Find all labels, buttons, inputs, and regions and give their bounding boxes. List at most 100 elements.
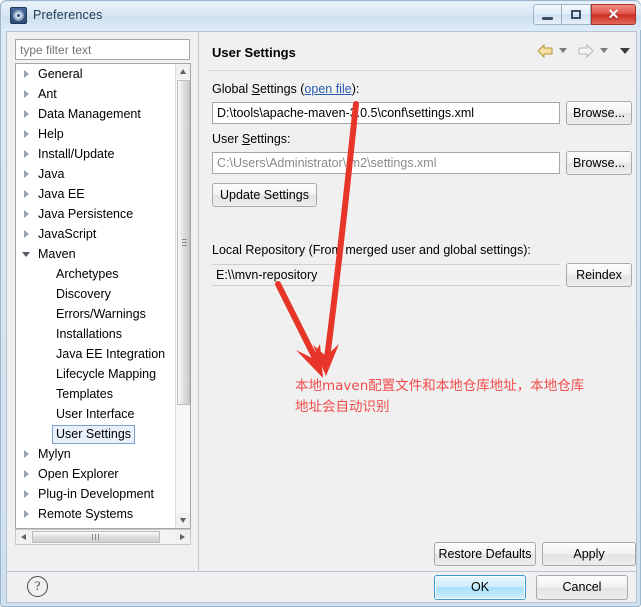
- preferences-tree[interactable]: General Ant Data Management Help Install/Upd…: [15, 63, 191, 529]
- forward-dropdown-chevron-down-icon[interactable]: [599, 48, 608, 54]
- sidebar-item-ant[interactable]: Ant: [16, 84, 176, 104]
- close-icon: ✕: [607, 6, 620, 22]
- sidebar-item-label: Java: [38, 167, 65, 181]
- sidebar-item-general[interactable]: General: [16, 64, 176, 84]
- user-settings-input[interactable]: [212, 152, 560, 174]
- forward-arrow-icon: [577, 43, 595, 58]
- local-repository-input[interactable]: [212, 264, 560, 286]
- global-settings-browse-button[interactable]: Browse...: [566, 101, 632, 125]
- sidebar-item-javascript[interactable]: JavaScript: [16, 224, 176, 244]
- sidebar-item-help[interactable]: Help: [16, 124, 176, 144]
- chevron-right-icon[interactable]: [24, 90, 29, 98]
- sidebar-item-java-persistence[interactable]: Java Persistence: [16, 204, 176, 224]
- scroll-left-icon[interactable]: [16, 530, 31, 544]
- dialog-content: General Ant Data Management Help Install/Upd…: [6, 31, 637, 572]
- sidebar-item-java[interactable]: Java: [16, 164, 176, 184]
- chevron-right-icon[interactable]: [24, 490, 29, 498]
- chevron-right-icon[interactable]: [24, 510, 29, 518]
- sidebar-item-maven[interactable]: Maven: [16, 244, 176, 264]
- preferences-window: Preferences ✕ General Ant Data Management H…: [0, 0, 641, 607]
- tree-vertical-scrollbar[interactable]: [175, 64, 190, 528]
- chevron-down-icon[interactable]: [22, 252, 30, 257]
- sidebar-item-lifecycle-mapping[interactable]: Lifecycle Mapping: [16, 364, 176, 384]
- sidebar-item-label: Mylyn: [38, 447, 71, 461]
- sidebar-item-label: Discovery: [56, 287, 111, 301]
- sidebar-item-remote-systems[interactable]: Remote Systems: [16, 504, 176, 524]
- sidebar-item-label: Open Explorer: [38, 467, 119, 481]
- panel-divider: [198, 32, 199, 571]
- scroll-down-icon[interactable]: [176, 513, 190, 528]
- sidebar-item-discovery[interactable]: Discovery: [16, 284, 176, 304]
- global-settings-label: Global Settings (open file):: [212, 82, 360, 96]
- title-separator: [208, 70, 632, 71]
- sidebar-item-user-settings[interactable]: User Settings: [16, 424, 176, 444]
- ok-button[interactable]: OK: [434, 575, 526, 600]
- minimize-icon: [542, 17, 553, 20]
- user-settings-label: User Settings:: [212, 132, 291, 146]
- tree-vertical-scroll-thumb[interactable]: [177, 80, 190, 405]
- chevron-right-icon[interactable]: [24, 470, 29, 478]
- tree-horizontal-scrollbar[interactable]: [15, 529, 191, 545]
- sidebar-item-java-ee-integration[interactable]: Java EE Integration: [16, 344, 176, 364]
- maximize-button[interactable]: [562, 4, 591, 25]
- sidebar-item-label: Archetypes: [56, 267, 119, 281]
- update-settings-button[interactable]: Update Settings: [212, 183, 317, 207]
- chevron-right-icon[interactable]: [24, 130, 29, 138]
- title-bar: Preferences ✕: [2, 2, 641, 30]
- sidebar-item-archetypes[interactable]: Archetypes: [16, 264, 176, 284]
- sidebar-item-label: Lifecycle Mapping: [56, 367, 157, 381]
- sidebar-item-templates[interactable]: Templates: [16, 384, 176, 404]
- chevron-right-icon[interactable]: [24, 150, 29, 158]
- user-settings-browse-button[interactable]: Browse...: [566, 151, 632, 175]
- sidebar-item-label: User Settings: [52, 425, 136, 444]
- sidebar-item-install-update[interactable]: Install/Update: [16, 144, 176, 164]
- minimize-button[interactable]: [533, 4, 562, 25]
- chevron-right-icon[interactable]: [24, 210, 29, 218]
- chevron-right-icon[interactable]: [24, 110, 29, 118]
- question-mark-icon[interactable]: ?: [27, 576, 48, 597]
- sidebar-item-java-ee[interactable]: Java EE: [16, 184, 176, 204]
- cancel-button[interactable]: Cancel: [536, 575, 628, 600]
- close-button[interactable]: ✕: [591, 4, 636, 25]
- reindex-button[interactable]: Reindex: [566, 263, 632, 287]
- sidebar-item-errors-warnings[interactable]: Errors/Warnings: [16, 304, 176, 324]
- maximize-icon: [571, 10, 581, 19]
- back-arrow-icon[interactable]: [536, 43, 554, 58]
- sidebar-item-plug-in-development[interactable]: Plug-in Development: [16, 484, 176, 504]
- apply-button[interactable]: Apply: [542, 542, 636, 566]
- sidebar-item-mylyn[interactable]: Mylyn: [16, 444, 176, 464]
- sidebar-item-label: Ant: [38, 87, 57, 101]
- chevron-right-icon[interactable]: [24, 170, 29, 178]
- sidebar-item-label: Installations: [56, 327, 123, 341]
- global-settings-input[interactable]: [212, 102, 560, 124]
- tree-item-list: General Ant Data Management Help Install/Upd…: [16, 64, 176, 528]
- sidebar-item-label: User Interface: [56, 407, 135, 421]
- sidebar-item-label: Install/Update: [38, 147, 115, 161]
- sidebar-item-installations[interactable]: Installations: [16, 324, 176, 344]
- scroll-right-icon[interactable]: [175, 530, 190, 544]
- chevron-right-icon[interactable]: [24, 450, 29, 458]
- restore-defaults-button[interactable]: Restore Defaults: [434, 542, 536, 566]
- sidebar-item-label: Templates: [56, 387, 113, 401]
- sidebar-item-label: JavaScript: [38, 227, 97, 241]
- chevron-right-icon[interactable]: [24, 230, 29, 238]
- sidebar-item-data-management[interactable]: Data Management: [16, 104, 176, 124]
- sidebar-item-label: Help: [38, 127, 64, 141]
- page-title: User Settings: [212, 45, 296, 60]
- sidebar-item-label: Plug-in Development: [38, 487, 155, 501]
- view-menu-icon[interactable]: [620, 47, 630, 54]
- sidebar-item-label: Java Persistence: [38, 207, 134, 221]
- sidebar-item-label: Java EE: [38, 187, 85, 201]
- filter-input[interactable]: [15, 39, 190, 60]
- chevron-right-icon[interactable]: [24, 70, 29, 78]
- scroll-up-icon[interactable]: [176, 64, 190, 79]
- back-dropdown-chevron-down-icon[interactable]: [558, 48, 567, 54]
- tree-horizontal-scroll-thumb[interactable]: [32, 531, 160, 543]
- sidebar-item-label: Remote Systems: [38, 507, 134, 521]
- chevron-right-icon[interactable]: [24, 190, 29, 198]
- open-file-link[interactable]: open file: [304, 82, 351, 96]
- sidebar-item-open-explorer[interactable]: Open Explorer: [16, 464, 176, 484]
- sidebar-item-user-interface[interactable]: User Interface: [16, 404, 176, 424]
- settings-pane: User Settings Global Settings (open file…: [203, 32, 636, 571]
- sidebar-item-label: General: [38, 67, 83, 81]
